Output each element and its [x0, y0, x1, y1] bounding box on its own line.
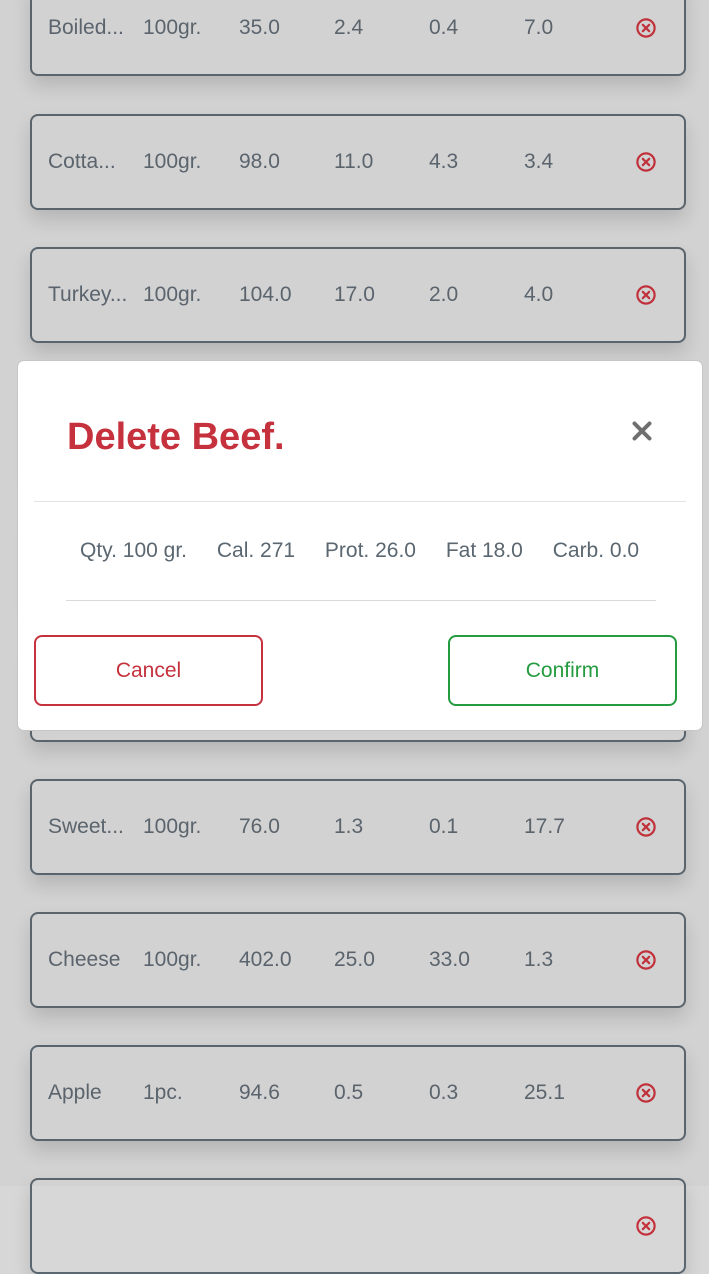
cancel-button[interactable]: Cancel	[34, 635, 263, 706]
circle-x-icon[interactable]	[635, 1215, 657, 1237]
modal-footer-divider	[66, 600, 656, 601]
close-icon[interactable]	[630, 419, 654, 443]
confirm-button[interactable]: Confirm	[448, 635, 677, 706]
modal-header-divider	[34, 501, 686, 502]
carbs-stat: Carb. 0.0	[552, 539, 640, 562]
calories-stat: Cal. 271	[216, 539, 296, 562]
protein-stat: Prot. 26.0	[324, 539, 416, 562]
nutrition-summary: Qty. 100 gr. Cal. 271 Prot. 26.0 Fat 18.…	[80, 538, 639, 564]
fat-stat: Fat 18.0	[445, 539, 523, 562]
delete-confirm-dialog: Delete Beef. Qty. 100 gr. Cal. 271 Prot.…	[17, 360, 703, 731]
modal-title: Delete Beef.	[67, 416, 285, 458]
food-row	[30, 1178, 686, 1274]
quantity-stat: Qty. 100 gr.	[80, 539, 187, 562]
